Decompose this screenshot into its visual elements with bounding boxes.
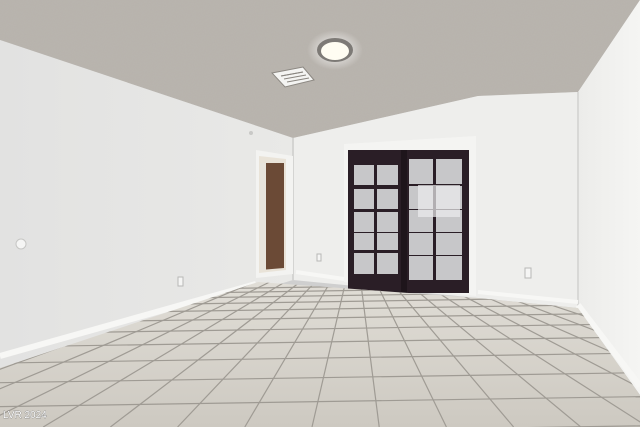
wall-thermostat <box>15 238 27 250</box>
wall-outlet <box>177 276 184 287</box>
side-doorway <box>256 150 293 278</box>
french-doors <box>344 136 476 296</box>
wall-outlet <box>524 267 532 279</box>
wall-outlet <box>316 253 322 262</box>
watermark: LVR 2024 <box>3 410 47 421</box>
ceiling-light-icon <box>307 30 363 70</box>
room-photo: LVR 2024 <box>0 0 640 427</box>
